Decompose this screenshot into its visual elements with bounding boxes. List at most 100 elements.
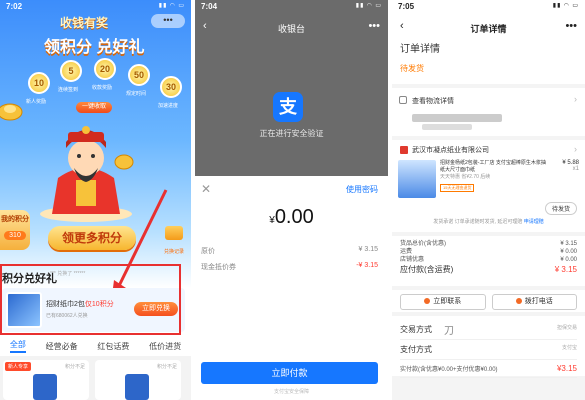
brand-slogan: 收钱有奖: [60, 16, 109, 30]
contact-seller-button[interactable]: 立即联系: [400, 294, 486, 310]
tab-redpacket[interactable]: 红包话费: [97, 341, 129, 352]
goods-total-row: 货品总价(含优惠) ¥ 3.15: [400, 241, 577, 247]
order-status-block: 订单详情 待发货: [392, 34, 585, 84]
close-icon[interactable]: ✕: [201, 182, 211, 196]
cashier-header: 7:04 ▮▮ ◠ ▭ ‹ 收银台 •••: [195, 0, 388, 40]
signal-icons: ▮▮ ◠ ▭: [355, 3, 382, 9]
product-price: ¥ 5.88 x1: [562, 160, 579, 172]
trade-method-row: 交易方式 担保交易: [400, 320, 577, 340]
new-user-tag: 新人专享: [5, 362, 32, 371]
chat-icon: [424, 298, 431, 305]
return-policy-tag: 15天无理由退货: [440, 184, 475, 192]
price-summary: 货品总价(含优惠) ¥ 3.15 运费 ¥ 0.00 店铺优惠 ¥ 0.00 应付款(…: [392, 236, 585, 286]
signal-icons: ▮▮ ◠ ▭: [158, 3, 185, 9]
original-price-row: 原价 ¥ 3.15: [201, 246, 378, 255]
pay-method-row: 支付方式 支付宝: [400, 340, 577, 360]
cashier-screen: 7:04 ▮▮ ◠ ▭ ‹ 收银台 ••• 支 正在进行安全验证 ✕ 使用密码 …: [195, 0, 388, 400]
claim-all-button[interactable]: 一键收取: [76, 102, 112, 113]
order-status-title: 订单详情: [400, 44, 440, 55]
verification-overlay: 支 正在进行安全验证: [195, 40, 388, 176]
status-time: 7:05: [398, 2, 415, 11]
phone-icon: [515, 298, 522, 305]
gold-ingot-icon: [0, 103, 23, 121]
coin-icon[interactable]: 50: [128, 64, 150, 86]
redeem-record-label: 兑换记录: [163, 249, 184, 255]
my-points-card[interactable]: 我的积分 310: [0, 210, 30, 250]
status-button[interactable]: 待发货: [544, 202, 577, 215]
signal-icons: ▮▮ ◠ ▭: [552, 3, 579, 9]
chevron-right-icon: ›: [574, 144, 577, 154]
use-password-link[interactable]: 使用密码: [346, 184, 378, 195]
status-bar: 7:04 ▮▮ ◠ ▭: [195, 0, 388, 12]
logistics-link: 查看物流详情: [412, 98, 454, 105]
address-redacted: [422, 124, 472, 130]
trade-info: 刀 交易方式 担保交易 支付方式 支付宝 实付款(含优惠¥0.00+支付优惠¥0.0…: [392, 316, 585, 378]
nav-bar: 7:05 ▮▮ ◠ ▭ ‹ 订单详情 •••: [392, 0, 585, 34]
shop-discount-row: 店铺优惠 ¥ 0.00: [400, 257, 577, 263]
points-mall-screen: 7:02 ▮▮ ◠ ▭ 收钱有奖 领积分 兑好礼 ••• 10 新人奖励 5 连…: [0, 0, 191, 400]
more-capsule-button[interactable]: •••: [151, 14, 185, 28]
product-thumbnail[interactable]: [398, 160, 436, 198]
logistics-block[interactable]: 查看物流详情 ›: [392, 88, 585, 136]
actual-paid-row: 实付款(含优惠¥0.00+支付优惠¥0.00) ¥3.15: [400, 360, 577, 378]
security-note: 支付宝安全保障: [273, 389, 309, 395]
order-status: 待发货: [400, 64, 424, 73]
coin-label: 新人奖励: [26, 99, 47, 105]
shipping-promise: 发货承诺 订单承诺随时发货, 延迟可理赔 申请理赔: [433, 219, 544, 225]
tab-all[interactable]: 全部: [9, 339, 26, 353]
status-bar: 7:02 ▮▮ ◠ ▭: [0, 0, 191, 12]
my-points-label: 我的积分: [1, 216, 29, 223]
product-image: [125, 374, 149, 400]
status-time: 7:04: [201, 2, 218, 11]
shop-name[interactable]: 武汉市凝点纸业有限公司: [412, 145, 489, 155]
page-title: 收银台: [277, 24, 305, 34]
earn-more-points-button[interactable]: 领更多积分: [48, 226, 136, 250]
coin-label: 规定时间: [126, 91, 147, 97]
category-tabs: 全部 经营必备 红包话费 低价进货: [0, 338, 191, 354]
product-card[interactable]: 新人专享 积分不足: [3, 360, 89, 400]
brand-headline: 领积分 兑好礼: [44, 39, 145, 56]
shop-icon: [400, 146, 408, 154]
page-title: 订单详情: [470, 24, 507, 34]
insufficient-points-hint: 积分不足: [64, 364, 85, 370]
status-bar: 7:05 ▮▮ ◠ ▭: [392, 0, 585, 12]
more-button[interactable]: •••: [368, 20, 380, 32]
amount-due-row: 应付款(含运费) ¥ 3.15: [400, 265, 577, 274]
chevron-right-icon: ›: [574, 94, 577, 104]
coin-label: 收款奖励: [92, 85, 113, 91]
insufficient-points-hint: 积分不足: [156, 364, 177, 370]
alipay-logo-icon: 支: [273, 92, 303, 122]
verify-status: 正在进行安全验证: [259, 129, 324, 138]
coin-icon[interactable]: 10: [28, 72, 50, 94]
tab-business[interactable]: 经营必备: [46, 341, 78, 352]
product-image: [33, 374, 57, 400]
my-points-value: 310: [4, 231, 26, 240]
call-button[interactable]: 拨打电话: [491, 294, 577, 310]
stray-glyph: 刀: [444, 326, 454, 337]
product-card[interactable]: 积分不足: [95, 360, 181, 400]
product-name: 招财金杨纸2包装-工厂店 支付宝超棒原生木浆抽纸大尺寸面巾纸 天天特惠 省¥2.7…: [440, 160, 546, 180]
coupon-row[interactable]: 现金抵价券 -¥ 3.15: [201, 262, 378, 272]
coin-icon[interactable]: 20: [94, 58, 116, 80]
coin-icon[interactable]: 30: [160, 76, 182, 98]
coin-icon[interactable]: 5: [60, 60, 82, 82]
contact-buttons: 立即联系 拨打电话: [392, 290, 585, 312]
coin-label: 加速进度: [158, 103, 179, 109]
pay-amount: ¥0.00: [269, 206, 314, 228]
payment-sheet: ✕ 使用密码 ¥0.00 原价 ¥ 3.15 现金抵价券 -¥ 3.15 立即付款 …: [195, 176, 388, 400]
product-grid: 新人专享 积分不足 积分不足: [0, 356, 191, 400]
order-detail-screen: 7:05 ▮▮ ◠ ▭ ‹ 订单详情 ••• 订单详情 待发货 查看物流详情 ›…: [392, 0, 585, 400]
coin-label: 连续签到: [58, 87, 79, 93]
annotation-highlight-box: [0, 264, 181, 335]
more-button[interactable]: •••: [565, 20, 577, 32]
gift-icon: [165, 226, 183, 240]
pay-now-button[interactable]: 立即付款: [201, 362, 378, 384]
tab-wholesale[interactable]: 低价进货: [149, 341, 181, 352]
redeem-record-button[interactable]: 兑换记录: [163, 226, 185, 258]
shop-order-block: 武汉市凝点纸业有限公司 › 招财金杨纸2包装-工厂店 支付宝超棒原生木浆抽纸大尺…: [392, 140, 585, 232]
shipping-fee-row: 运费 ¥ 0.00: [400, 249, 577, 255]
truck-icon: [399, 96, 407, 104]
address-redacted: [412, 114, 502, 122]
claim-link[interactable]: 申请理赔: [524, 219, 544, 225]
status-time: 7:02: [6, 2, 23, 11]
